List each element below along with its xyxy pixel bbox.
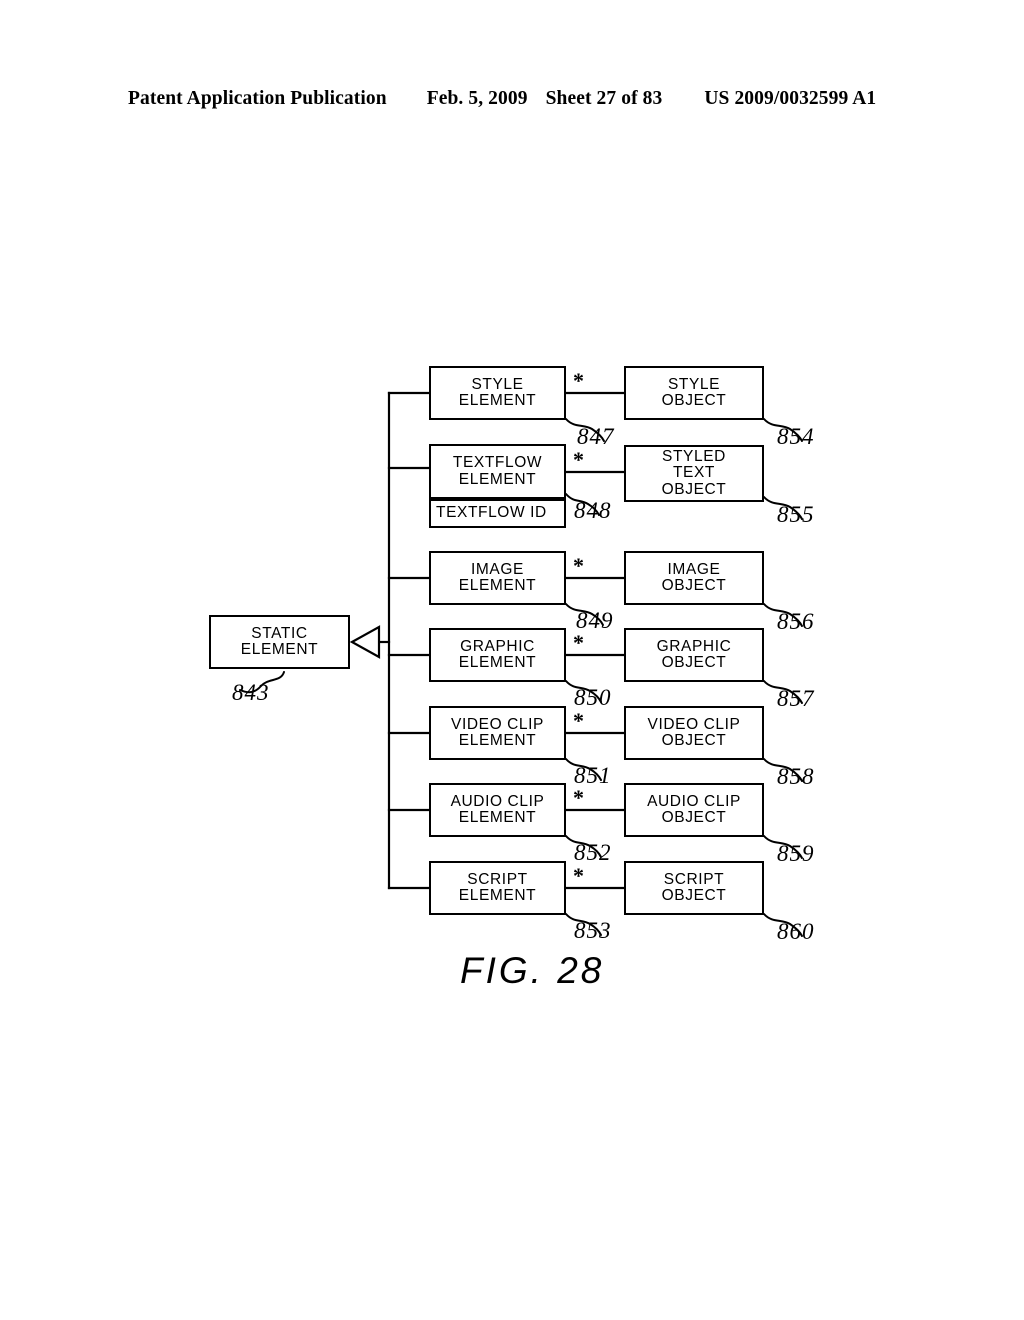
node-textflow-element-label: TEXTFLOW ELEMENT bbox=[452, 454, 543, 488]
node-video-clip-object-label: VIDEO CLIP OBJECT bbox=[647, 715, 741, 749]
node-script-object[interactable]: SCRIPT OBJECT bbox=[624, 861, 764, 915]
node-static-element-label: STATIC ELEMENT bbox=[240, 624, 319, 658]
node-static-element[interactable]: STATIC ELEMENT bbox=[209, 615, 350, 669]
ref-numeral-854: 854 bbox=[777, 424, 815, 449]
node-styled-text-object-label: STYLED TEXT OBJECT bbox=[661, 447, 727, 498]
ref-numeral-853: 853 bbox=[574, 918, 612, 943]
ref-numeral-843: 843 bbox=[232, 680, 270, 705]
ref-numeral-859: 859 bbox=[777, 841, 815, 866]
ref-numeral-848: 848 bbox=[574, 498, 612, 523]
node-style-object-label: STYLE OBJECT bbox=[661, 375, 727, 409]
node-audio-clip-element[interactable]: AUDIO CLIP ELEMENT bbox=[429, 783, 566, 837]
node-style-element[interactable]: STYLE ELEMENT bbox=[429, 366, 566, 420]
node-audio-clip-object[interactable]: AUDIO CLIP OBJECT bbox=[624, 783, 764, 837]
node-video-clip-object[interactable]: VIDEO CLIP OBJECT bbox=[624, 706, 764, 760]
node-textflow-element-attribute-label: TEXTFLOW ID bbox=[436, 504, 547, 522]
multiplicity-star-video: * bbox=[573, 708, 584, 733]
multiplicity-star-graphic: * bbox=[573, 630, 584, 655]
multiplicity-star-textflow: * bbox=[573, 447, 584, 472]
node-textflow-element[interactable]: TEXTFLOW ELEMENT bbox=[429, 444, 566, 499]
node-video-clip-element[interactable]: VIDEO CLIP ELEMENT bbox=[429, 706, 566, 760]
node-image-object[interactable]: IMAGE OBJECT bbox=[624, 551, 764, 605]
node-graphic-object[interactable]: GRAPHIC OBJECT bbox=[624, 628, 764, 682]
generalization-arrowhead bbox=[349, 625, 381, 659]
multiplicity-star-image: * bbox=[573, 553, 584, 578]
ref-numeral-855: 855 bbox=[777, 502, 815, 527]
node-video-clip-element-label: VIDEO CLIP ELEMENT bbox=[451, 715, 544, 749]
node-image-object-label: IMAGE OBJECT bbox=[661, 560, 727, 594]
node-script-object-label: SCRIPT OBJECT bbox=[661, 870, 727, 904]
node-script-element-label: SCRIPT ELEMENT bbox=[458, 870, 537, 904]
node-style-element-label: STYLE ELEMENT bbox=[458, 375, 537, 409]
node-textflow-element-attribute[interactable]: TEXTFLOW ID bbox=[429, 499, 566, 528]
node-graphic-element[interactable]: GRAPHIC ELEMENT bbox=[429, 628, 566, 682]
node-script-element[interactable]: SCRIPT ELEMENT bbox=[429, 861, 566, 915]
ref-numeral-858: 858 bbox=[777, 764, 815, 789]
node-style-object[interactable]: STYLE OBJECT bbox=[624, 366, 764, 420]
figure-28: STATIC ELEMENT 843 STYLE ELEMENT * 847 S… bbox=[0, 0, 1024, 1320]
node-image-element[interactable]: IMAGE ELEMENT bbox=[429, 551, 566, 605]
multiplicity-star-style: * bbox=[573, 368, 584, 393]
ref-numeral-860: 860 bbox=[777, 919, 815, 944]
node-image-element-label: IMAGE ELEMENT bbox=[458, 560, 537, 594]
multiplicity-star-script: * bbox=[573, 863, 584, 888]
node-graphic-object-label: GRAPHIC OBJECT bbox=[656, 637, 732, 671]
figure-caption: FIG. 28 bbox=[460, 950, 605, 991]
node-graphic-element-label: GRAPHIC ELEMENT bbox=[458, 637, 537, 671]
node-audio-clip-element-label: AUDIO CLIP ELEMENT bbox=[450, 792, 545, 826]
node-styled-text-object[interactable]: STYLED TEXT OBJECT bbox=[624, 445, 764, 502]
node-audio-clip-object-label: AUDIO CLIP OBJECT bbox=[647, 792, 741, 826]
ref-numeral-856: 856 bbox=[777, 609, 815, 634]
multiplicity-star-audio: * bbox=[573, 785, 584, 810]
ref-numeral-857: 857 bbox=[777, 686, 815, 711]
